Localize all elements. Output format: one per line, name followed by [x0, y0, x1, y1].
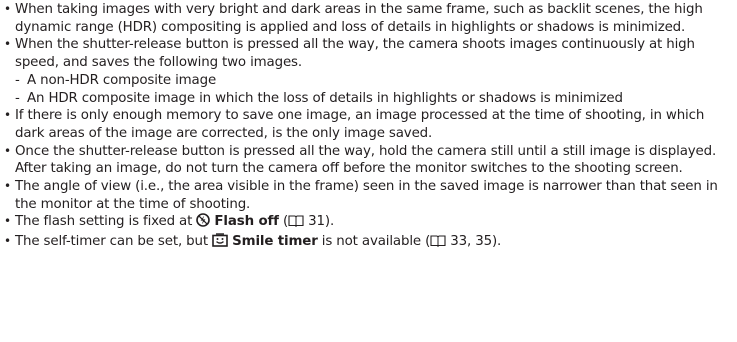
- list-item-hdr-compositing: • When taking images with very bright an…: [0, 1, 737, 36]
- bullet-marker: •: [4, 179, 11, 194]
- list-item-self-timer: • The self-timer can be set, but Smile t…: [0, 233, 737, 253]
- bullet-marker: •: [4, 143, 11, 158]
- dash-marker: -: [15, 72, 20, 88]
- list-item-continuous-shooting: • When the shutter-release button is pre…: [0, 36, 737, 107]
- sublist-item-text: An HDR composite image in which the loss…: [27, 90, 623, 106]
- list-item-hold-camera-still: • Once the shutter-release button is pre…: [0, 143, 737, 178]
- list-item-flash-setting: • The flash setting is fixed at Flash of…: [0, 213, 737, 233]
- item-text-end: ).: [324, 214, 335, 230]
- item-text: When taking images with very bright and …: [15, 2, 703, 35]
- saved-images-sublist: - A non-HDR composite image - An HDR com…: [15, 72, 737, 107]
- item-text: When the shutter-release button is press…: [15, 37, 695, 71]
- flash-off-icon: [196, 213, 211, 233]
- dash-marker: -: [15, 90, 20, 106]
- bullet-marker: •: [4, 214, 11, 229]
- item-text-middle: is not available (: [321, 234, 431, 250]
- notes-list: • When taking images with very bright an…: [0, 1, 737, 253]
- manual-page: • When taking images with very bright an…: [0, 0, 737, 342]
- list-item-angle-of-view: • The angle of view (i.e., the area visi…: [0, 178, 737, 213]
- bullet-marker: •: [4, 2, 11, 16]
- item-text: If there is only enough memory to save o…: [15, 108, 705, 141]
- bullet-marker: •: [4, 37, 11, 52]
- item-text: The flash setting is fixed at: [15, 214, 193, 230]
- page-reference: 31: [308, 214, 325, 230]
- item-text: The angle of view (i.e., the area visibl…: [15, 179, 718, 212]
- sublist-item: - An HDR composite image in which the lo…: [15, 90, 737, 108]
- item-text-end: ).: [491, 234, 502, 250]
- flash-off-label: Flash off: [214, 214, 279, 230]
- item-text: Once the shutter-release button is press…: [15, 143, 717, 177]
- list-item-memory-note: • If there is only enough memory to save…: [0, 107, 737, 142]
- sublist-item-text: A non-HDR composite image: [27, 72, 217, 88]
- item-text: The self-timer can be set, but: [15, 234, 208, 250]
- bullet-marker: •: [4, 234, 11, 249]
- book-reference-icon: [430, 234, 446, 253]
- smile-timer-icon: [212, 233, 228, 253]
- book-reference-icon: [288, 214, 304, 233]
- page-reference: 33, 35: [450, 234, 492, 250]
- sublist-item: - A non-HDR composite image: [15, 72, 737, 90]
- bullet-marker: •: [4, 108, 11, 123]
- smile-timer-label: Smile timer: [232, 234, 318, 250]
